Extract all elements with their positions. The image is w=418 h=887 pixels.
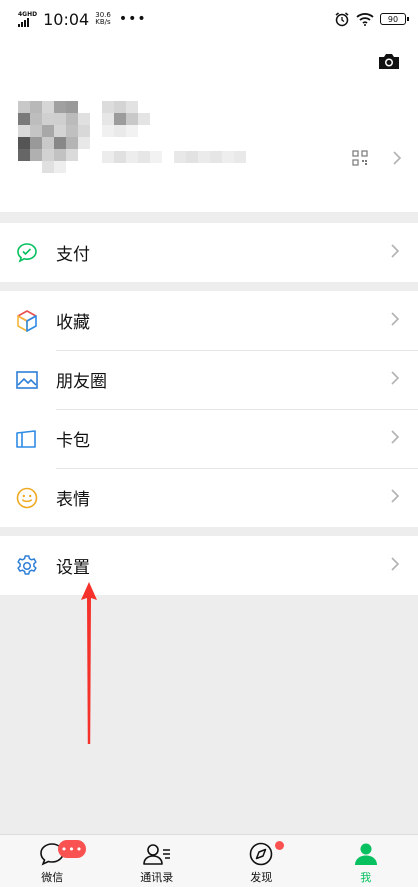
tab-chats-label: 微信	[41, 871, 64, 884]
profile-header[interactable]	[0, 38, 418, 212]
annotation-arrow	[81, 582, 97, 744]
status-bar: 4GHD 10:04 30.6 KB/s ••• 90	[0, 0, 418, 38]
chevron-right-icon	[391, 557, 400, 571]
gear-icon	[17, 554, 37, 575]
menu-group-pay: 支付	[0, 223, 418, 282]
moments-picture-icon	[16, 370, 38, 389]
net-speed-unit: KB/s	[95, 18, 111, 26]
tab-chats[interactable]: ••• 微信	[0, 835, 105, 887]
bottom-tab-bar: ••• 微信 通讯录 发现 我	[0, 834, 418, 887]
person-icon	[354, 843, 377, 865]
chevron-right-icon	[391, 430, 400, 444]
menu-item-pay[interactable]: 支付	[0, 223, 418, 282]
qr-code-icon[interactable]	[352, 150, 368, 166]
menu-item-settings-label: 设置	[56, 558, 90, 578]
tab-discover-label: 发现	[250, 871, 273, 884]
compass-icon	[249, 842, 273, 866]
new-content-dot	[275, 841, 284, 850]
chevron-right-icon	[391, 244, 400, 258]
menu-item-stickers[interactable]: 表情	[0, 468, 418, 527]
network-type: 4G	[18, 11, 28, 18]
tab-me-label: 我	[360, 871, 372, 884]
tab-discover[interactable]: 发现	[209, 835, 314, 887]
network-sup: HD	[27, 11, 38, 18]
chevron-right-icon	[391, 371, 400, 385]
cellular-signal-icon: 4GHD	[18, 11, 37, 27]
net-speed: 30.6 KB/s	[95, 12, 111, 26]
battery-level: 90	[387, 14, 399, 24]
chevron-right-icon	[391, 312, 400, 326]
chevron-right-icon	[391, 489, 400, 503]
unread-badge: •••	[58, 840, 86, 858]
camera-icon[interactable]	[377, 51, 401, 71]
favorites-cube-icon	[17, 309, 37, 332]
tab-me[interactable]: 我	[314, 835, 418, 887]
tab-contacts[interactable]: 通讯录	[105, 835, 210, 887]
card-wallet-icon	[16, 429, 36, 448]
tab-contacts-label: 通讯录	[140, 871, 174, 884]
menu-item-moments-label: 朋友圈	[56, 372, 107, 392]
smiley-icon	[16, 487, 38, 508]
menu-item-settings[interactable]: 设置	[0, 536, 418, 595]
avatar[interactable]	[18, 101, 90, 173]
contacts-icon	[142, 844, 170, 865]
more-notifications-icon: •••	[118, 11, 147, 27]
menu-group-settings: 设置	[0, 536, 418, 595]
menu-item-favorites-label: 收藏	[56, 313, 90, 333]
pay-icon	[17, 242, 37, 263]
profile-wechat-id	[102, 151, 246, 163]
menu-item-cards-label: 卡包	[56, 431, 90, 451]
wifi-icon	[356, 13, 374, 26]
alarm-icon	[335, 12, 349, 27]
menu-item-favorites[interactable]: 收藏	[0, 291, 418, 350]
menu-item-pay-label: 支付	[56, 245, 90, 265]
menu-group-main: 收藏 朋友圈 卡包 表情	[0, 291, 418, 527]
chevron-right-icon	[393, 151, 402, 165]
menu-item-moments[interactable]: 朋友圈	[0, 350, 418, 409]
profile-nickname	[102, 101, 150, 137]
menu-item-stickers-label: 表情	[56, 490, 90, 510]
clock: 10:04	[43, 9, 90, 29]
menu-item-cards[interactable]: 卡包	[0, 409, 418, 468]
battery-indicator: 90	[380, 13, 409, 25]
